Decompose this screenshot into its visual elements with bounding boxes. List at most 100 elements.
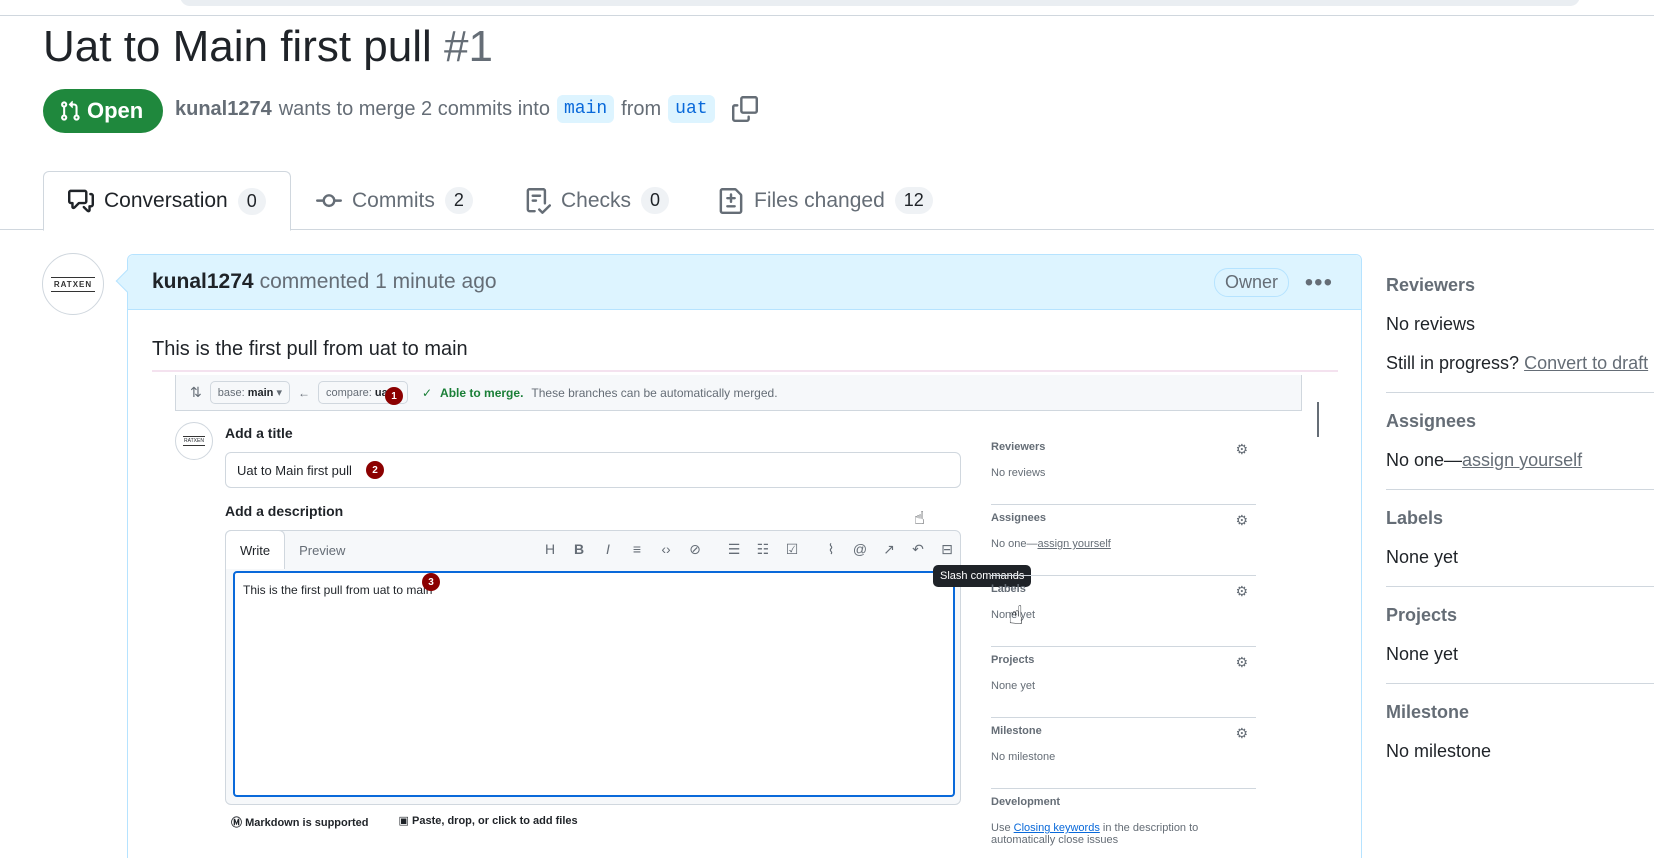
markdown-note[interactable]: Ⓜ Markdown is supported	[231, 814, 369, 830]
numbered-list-icon[interactable]: ☰	[725, 541, 743, 558]
gear-icon[interactable]: ⚙	[1235, 512, 1248, 529]
assign-yourself-link[interactable]: assign yourself	[1037, 538, 1110, 550]
screenshot-sidebar: Reviewers No reviews ⚙ Assignees No one—ass…	[991, 434, 1256, 858]
copy-icon[interactable]	[731, 96, 758, 122]
comment-header: kunal1274 commented 1 minute ago Owner •…	[115, 255, 1361, 310]
task-list-icon[interactable]: ☑	[783, 541, 801, 558]
closing-keywords-link[interactable]: Closing keywords	[1014, 822, 1100, 834]
base-branch[interactable]: main	[556, 95, 615, 123]
avatar-logo: RATXEN	[50, 276, 96, 292]
add-title-heading: Add a title	[225, 425, 293, 441]
assign-yourself-link[interactable]: assign yourself	[1462, 450, 1582, 470]
tab-label: Checks	[561, 188, 632, 212]
scrollbar[interactable]	[1317, 402, 1319, 437]
bullet-list-icon[interactable]: ☷	[754, 541, 772, 558]
preview-tab[interactable]: Preview	[285, 531, 359, 569]
arrow-left-icon: ←	[297, 385, 310, 400]
image-icon: ▣	[398, 815, 409, 827]
quote-icon[interactable]: ≡	[628, 541, 646, 558]
sidebar-reviewers: Reviewers No reviews Still in progress? …	[1386, 275, 1654, 393]
hand-cursor-icon: ☝	[1008, 600, 1024, 630]
state-label: Open	[87, 98, 144, 123]
pr-title: Uat to Main first pull	[43, 22, 432, 71]
gear-icon[interactable]: ⚙	[1235, 654, 1248, 671]
gear-icon[interactable]: ⚙	[1235, 441, 1248, 458]
pr-tabs: Conversation 0 Commits 2 Checks 0 Files …	[0, 171, 1654, 231]
pr-number: #1	[444, 22, 493, 71]
step-badge: 2	[366, 461, 384, 479]
tab-count: 2	[444, 187, 473, 214]
git-pull-request-icon	[61, 100, 80, 121]
top-navigation-bar	[0, 0, 1654, 16]
comment-arrow	[115, 269, 139, 293]
more-options-icon[interactable]: •••	[1305, 269, 1333, 297]
title-input[interactable]: Uat to Main first pull	[225, 452, 961, 488]
from-text: from	[621, 97, 662, 120]
tab-count: 0	[237, 187, 266, 215]
tab-label: Conversation	[104, 189, 228, 212]
cross-reference-icon[interactable]: ↗	[880, 541, 898, 558]
sidebar-milestone: Milestone No milestone	[1386, 702, 1654, 780]
milestone-section: Milestone No milestone ⚙	[991, 718, 1256, 789]
tab-count: 0	[641, 187, 670, 214]
reply-icon[interactable]: ↶	[909, 541, 927, 558]
milestone-title[interactable]: Milestone	[1386, 702, 1654, 723]
comment-time[interactable]: commented 1 minute ago	[260, 270, 497, 294]
editor-footer: Ⓜ Markdown is supported ▣ Paste, drop, o…	[231, 814, 578, 830]
projects-title[interactable]: Projects	[1386, 605, 1654, 626]
file-diff-icon	[719, 187, 743, 214]
development-section: Development Use Closing keywords in the …	[991, 796, 1199, 846]
description-textarea[interactable]: This is the first pull from uat to main	[233, 571, 955, 797]
slash-commands-icon[interactable]: ⊟	[938, 541, 956, 558]
base-branch-select[interactable]: base: main ▾	[209, 381, 290, 404]
checklist-icon	[526, 187, 551, 214]
add-files-note[interactable]: ▣ Paste, drop, or click to add files	[399, 814, 578, 830]
description-editor: Write Preview H B I ≡ ‹› ⊘ ☰ ☷ ☑ ⌇ @ ↗ ↶…	[225, 530, 961, 805]
step-badge: 1	[385, 387, 403, 405]
merge-text: wants to merge 2 commits into	[278, 97, 550, 120]
git-commit-icon	[316, 193, 342, 207]
attach-icon[interactable]: ⌇	[822, 541, 840, 558]
pointer-cursor-icon: ☝	[914, 508, 925, 528]
in-progress-text: Still in progress? Convert to draft	[1386, 353, 1649, 373]
tab-count: 12	[894, 187, 933, 214]
projects-value: None yet	[1386, 644, 1459, 664]
tab-files-changed[interactable]: Files changed 12	[718, 171, 933, 230]
comment-discussion-icon	[68, 189, 94, 213]
pr-author-link[interactable]: kunal1274	[175, 98, 272, 121]
italic-icon[interactable]: I	[599, 541, 617, 558]
assignees-title[interactable]: Assignees	[1386, 411, 1654, 432]
pr-meta: kunal1274 wants to merge 2 commits into …	[175, 95, 758, 123]
convert-to-draft-link[interactable]: Convert to draft	[1524, 353, 1648, 373]
reviewers-title[interactable]: Reviewers	[1386, 275, 1654, 296]
heading-icon[interactable]: H	[541, 541, 559, 558]
link-icon[interactable]: ⊘	[686, 541, 704, 558]
tab-commits[interactable]: Commits 2	[316, 171, 473, 230]
mention-icon[interactable]: @	[851, 541, 869, 558]
comment-body: This is the first pull from uat to main	[152, 338, 468, 360]
compare-icon: ⇅	[190, 384, 202, 400]
sidebar-projects: Projects None yet	[1386, 605, 1654, 684]
merge-note: These branches can be automatically merg…	[531, 385, 778, 400]
tab-checks[interactable]: Checks 0	[525, 171, 670, 230]
reviewers-section: Reviewers No reviews ⚙	[991, 434, 1256, 505]
labels-title[interactable]: Labels	[1386, 508, 1654, 529]
markdown-icon: Ⓜ	[231, 817, 242, 829]
add-description-heading: Add a description	[225, 503, 344, 519]
avatar: RATXEN	[175, 422, 213, 460]
labels-value: None yet	[1386, 547, 1459, 567]
code-icon[interactable]: ‹›	[657, 541, 675, 558]
write-tab[interactable]: Write	[225, 530, 286, 569]
comment-author[interactable]: kunal1274	[152, 270, 254, 294]
search-pill[interactable]	[180, 0, 1580, 6]
avatar[interactable]: RATXEN	[42, 253, 104, 315]
sidebar-labels: Labels None yet	[1386, 508, 1654, 587]
bold-icon[interactable]: B	[570, 541, 588, 558]
head-branch[interactable]: uat	[668, 95, 715, 123]
projects-section: Projects None yet ⚙	[991, 647, 1256, 718]
gear-icon[interactable]: ⚙	[1235, 583, 1248, 600]
tab-conversation[interactable]: Conversation 0	[43, 171, 291, 231]
milestone-value: No milestone	[1386, 741, 1492, 761]
gear-icon[interactable]: ⚙	[1235, 725, 1248, 742]
tab-label: Files changed	[754, 188, 885, 212]
